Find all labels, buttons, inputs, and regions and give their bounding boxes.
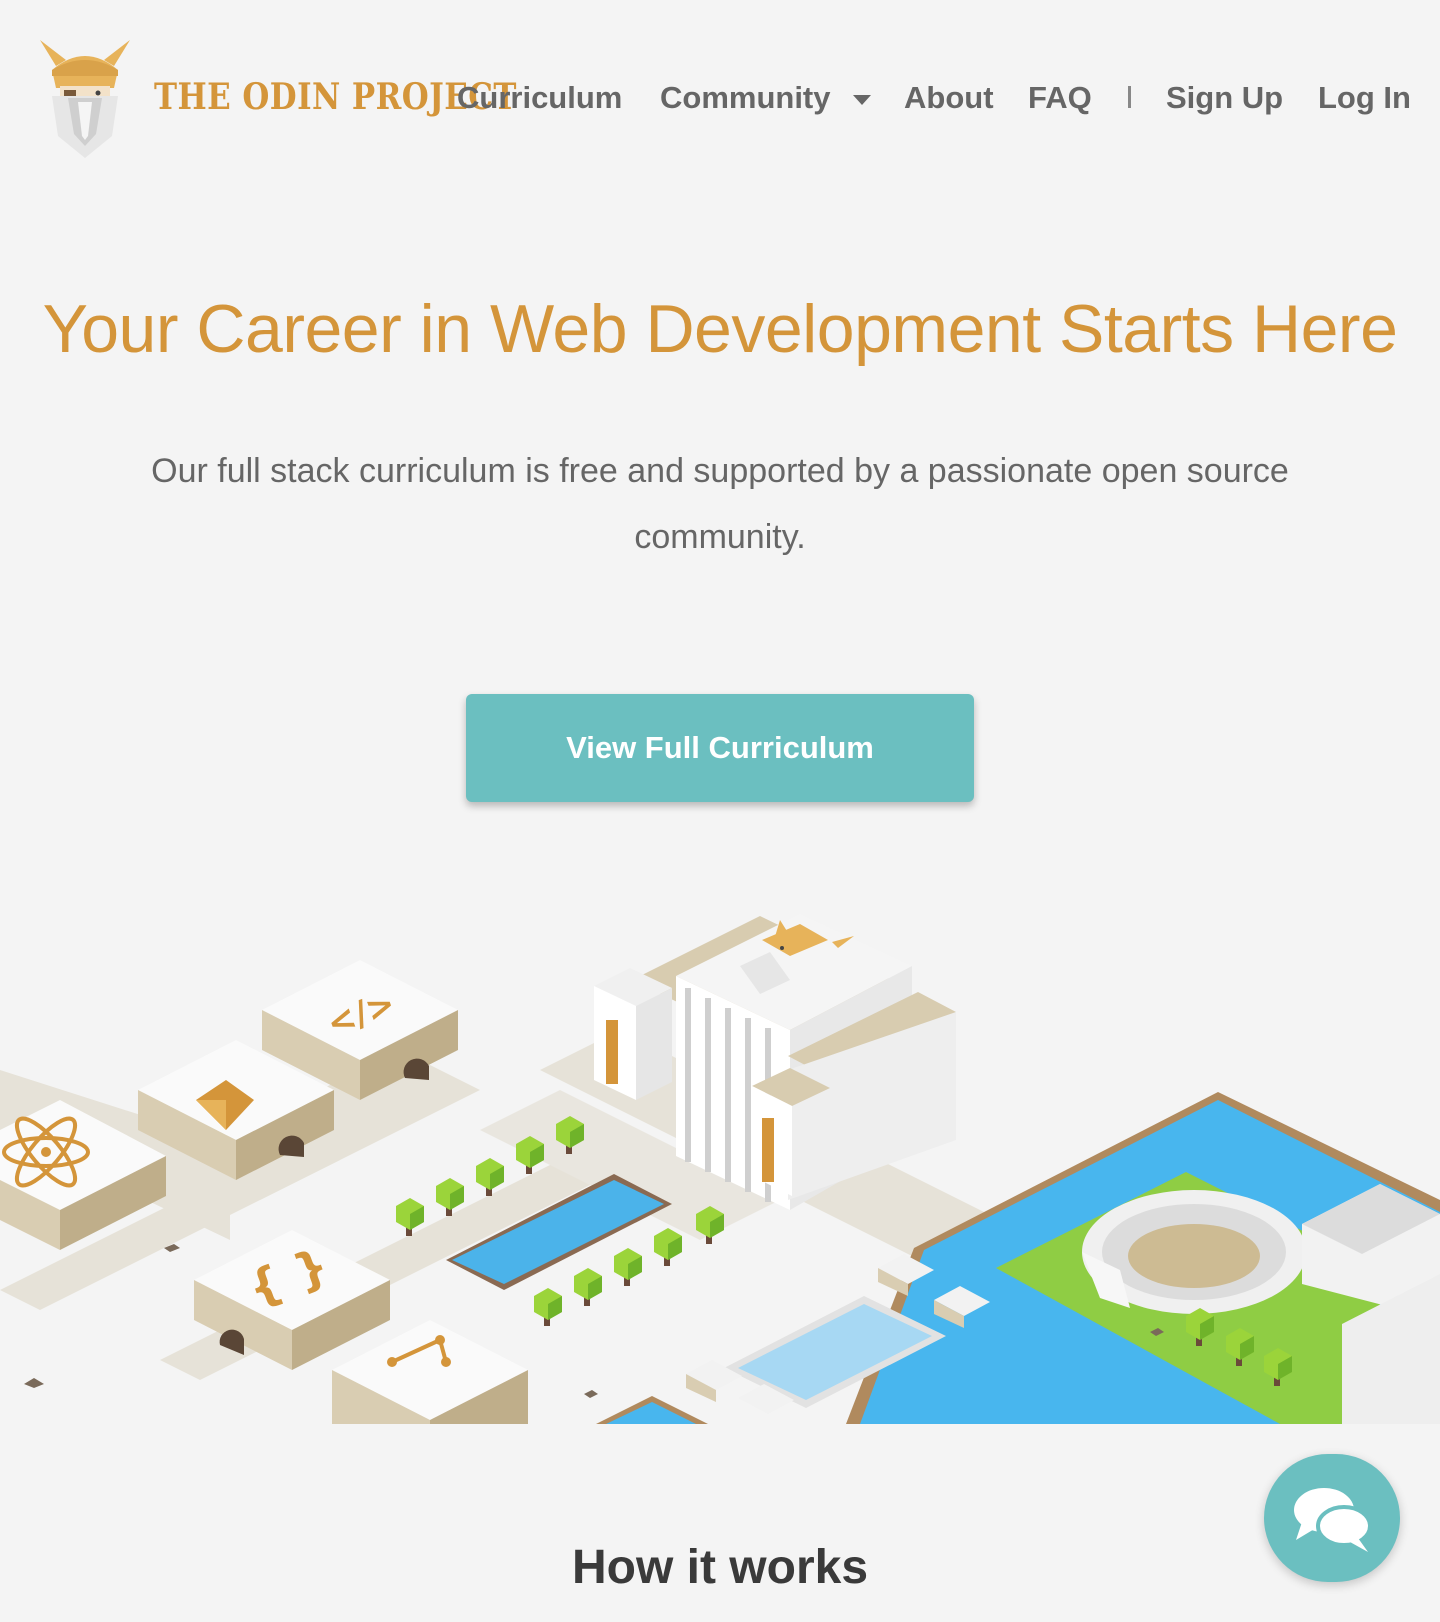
nav-curriculum[interactable]: Curriculum xyxy=(457,80,622,116)
hero-subtitle: Our full stack curriculum is free and su… xyxy=(151,452,1289,556)
how-it-works-heading: How it works xyxy=(571,1541,869,1594)
chat-widget-button[interactable] xyxy=(1264,1454,1400,1582)
nav-sign-up[interactable]: Sign Up xyxy=(1166,80,1283,116)
nav-separator xyxy=(1128,86,1131,108)
main-nav: Curriculum Community About FAQ Sign Up L… xyxy=(0,80,1440,124)
site-header: THE ODIN PROJECT Curriculum Community Ab… xyxy=(0,0,1440,200)
building-git xyxy=(332,1320,528,1424)
chevron-down-icon[interactable] xyxy=(853,95,871,105)
chat-bubbles-icon xyxy=(1294,1488,1372,1552)
isometric-city-illustration: </> { } xyxy=(0,914,1440,1424)
view-curriculum-button[interactable]: View Full Curriculum xyxy=(466,694,974,802)
nav-community[interactable]: Community xyxy=(660,80,831,116)
hero-title: Your Career in Web Development Starts He… xyxy=(42,291,1398,367)
nav-about[interactable]: About xyxy=(904,80,994,116)
nav-log-in[interactable]: Log In xyxy=(1318,80,1411,116)
nav-faq[interactable]: FAQ xyxy=(1028,80,1092,116)
